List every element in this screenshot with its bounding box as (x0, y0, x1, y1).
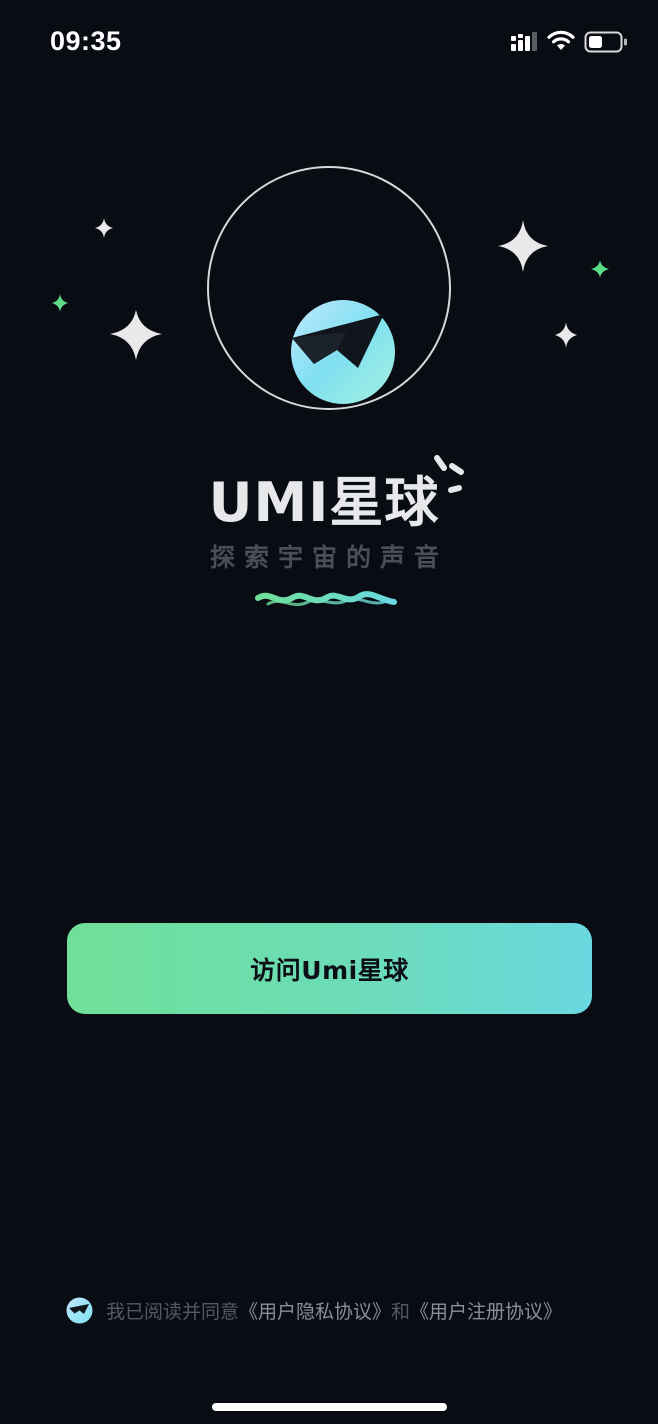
home-indicator[interactable] (212, 1403, 447, 1411)
register-agreement-link[interactable]: 《用户注册协议》 (410, 1297, 562, 1324)
brand-title: UMI星球 (0, 470, 658, 536)
agreement-conjunction: 和 (391, 1300, 411, 1323)
visit-umi-button-label: 访问Umi星球 (250, 955, 409, 985)
privacy-agreement-link[interactable]: 《用户隐私协议》 (239, 1297, 391, 1324)
planet-logo-icon (291, 300, 395, 404)
status-bar: 09:35 (0, 0, 658, 84)
visit-umi-button[interactable]: 访问Umi星球 (67, 923, 592, 1014)
agreement-row: 我已阅读并同意 《用户隐私协议》 和 《用户注册协议》 (66, 1295, 562, 1325)
brand-title-text: UMI星球 (208, 471, 440, 534)
wifi-icon (546, 30, 576, 56)
battery-icon (584, 30, 628, 58)
brand-slogan: 探索宇宙的声音 (209, 543, 448, 572)
status-time: 09:35 (50, 26, 122, 56)
agreement-checkbox-icon[interactable] (66, 1297, 93, 1324)
agreement-prefix: 我已阅读并同意 (106, 1300, 240, 1323)
cellular-signal-icon (510, 30, 538, 56)
